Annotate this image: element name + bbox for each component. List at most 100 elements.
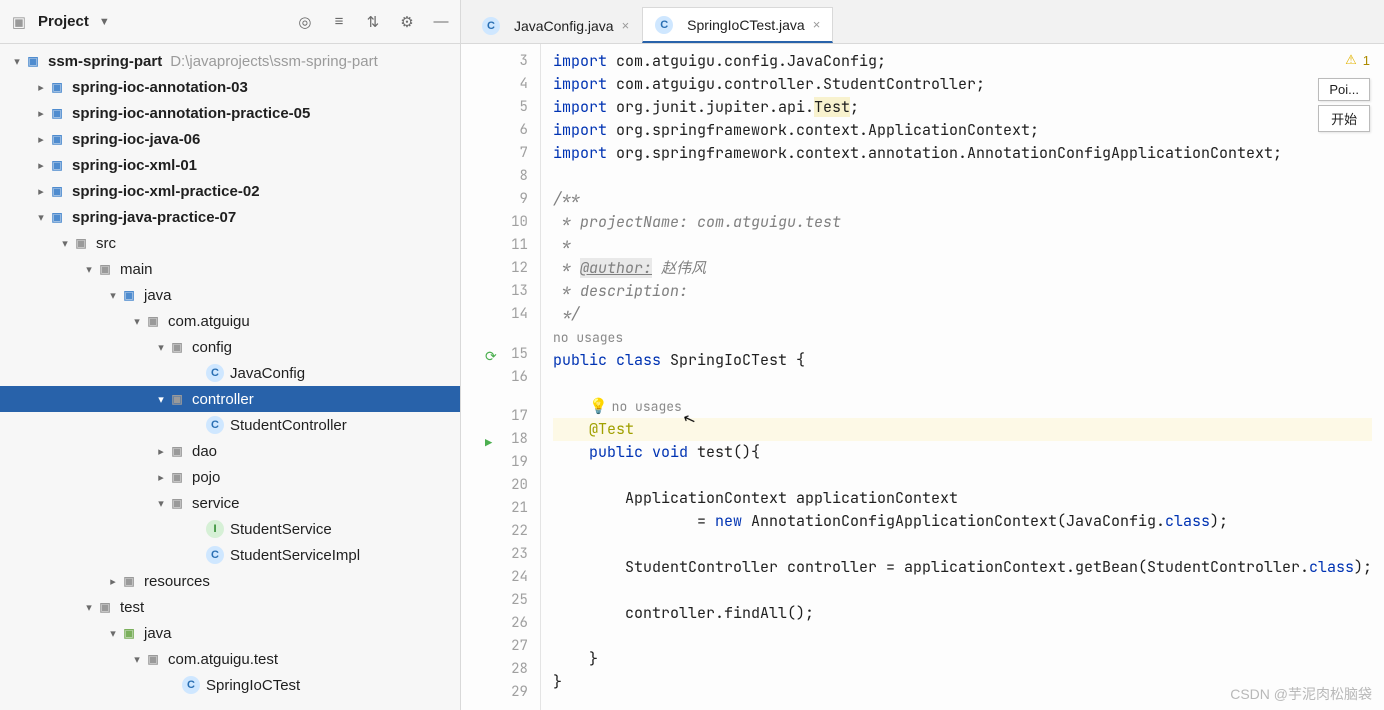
code-area[interactable]: 3456789101112131415161718192021222324252… [461, 44, 1384, 710]
chevron-down-icon[interactable]: ▼ [99, 16, 110, 28]
gear-icon[interactable]: ⚙ [398, 13, 416, 31]
package-icon: ▣ [168, 494, 186, 512]
warning-icon: ⚠ [1345, 52, 1357, 68]
tree-folder-service[interactable]: ▾▣ service [0, 490, 460, 516]
close-icon[interactable]: × [813, 17, 821, 32]
chevron-down-icon[interactable]: ▾ [154, 341, 168, 354]
folder-icon: ▣ [96, 598, 114, 616]
module-icon: ▣ [48, 182, 66, 200]
tab-label: SpringIoCTest.java [687, 17, 805, 33]
chevron-right-icon[interactable]: ▸ [34, 81, 48, 94]
module-label: spring-java-practice-07 [72, 209, 236, 226]
package-icon: ▣ [144, 650, 162, 668]
popup-line2[interactable]: 开始 [1318, 105, 1370, 132]
project-tool-window: ▣ Project ▼ ◎ ≡ ⇅ ⚙ — ▾ ▣ ssm-spring-par… [0, 0, 461, 710]
chevron-down-icon[interactable]: ▾ [10, 55, 24, 68]
project-tree[interactable]: ▾ ▣ ssm-spring-part D:\javaprojects\ssm-… [0, 44, 460, 710]
class-label: StudentServiceImpl [230, 547, 360, 564]
editor-tabs: C JavaConfig.java × C SpringIoCTest.java… [461, 0, 1384, 44]
tree-folder-pojo[interactable]: ▸▣pojo [0, 464, 460, 490]
project-title[interactable]: Project [38, 13, 89, 30]
tree-test-package[interactable]: ▾▣ com.atguigu.test [0, 646, 460, 672]
tab-springioctest[interactable]: C SpringIoCTest.java × [642, 7, 833, 43]
chevron-down-icon[interactable]: ▾ [82, 601, 96, 614]
tree-test-java[interactable]: ▾▣java [0, 620, 460, 646]
tree-folder-config[interactable]: ▾▣config [0, 334, 460, 360]
chevron-down-icon[interactable]: ▾ [82, 263, 96, 276]
folder-label: service [192, 495, 240, 512]
project-folder-icon: ▣ [10, 13, 28, 31]
close-icon[interactable]: × [622, 18, 630, 33]
tree-module[interactable]: ▸▣spring-ioc-annotation-practice-05 [0, 100, 460, 126]
chevron-down-icon[interactable]: ▾ [130, 315, 144, 328]
code[interactable]: import com.atguigu.config.JavaConfig;imp… [541, 44, 1384, 710]
tree-class-javaconfig[interactable]: CJavaConfig [0, 360, 460, 386]
module-label: spring-ioc-xml-practice-02 [72, 183, 260, 200]
warning-count: 1 [1363, 53, 1370, 68]
package-icon: ▣ [144, 312, 162, 330]
class-label: StudentService [230, 521, 332, 538]
chevron-right-icon[interactable]: ▸ [34, 107, 48, 120]
chevron-down-icon[interactable]: ▾ [154, 393, 168, 406]
chevron-down-icon[interactable]: ▾ [34, 211, 48, 224]
interface-icon: I [206, 520, 224, 538]
chevron-down-icon[interactable]: ▾ [58, 237, 72, 250]
chevron-right-icon[interactable]: ▸ [34, 185, 48, 198]
chevron-down-icon[interactable]: ▾ [154, 497, 168, 510]
popup-line1[interactable]: Poi... [1318, 78, 1370, 101]
chevron-down-icon[interactable]: ▾ [130, 653, 144, 666]
module-label: spring-ioc-annotation-03 [72, 79, 248, 96]
expand-icon[interactable]: ≡ [330, 13, 348, 31]
gutter[interactable]: 3456789101112131415161718192021222324252… [461, 44, 541, 710]
chevron-right-icon[interactable]: ▸ [154, 445, 168, 458]
sources-root-icon: ▣ [120, 286, 138, 304]
main-label: main [120, 261, 153, 278]
collapse-icon[interactable]: ⇅ [364, 13, 382, 31]
chevron-down-icon[interactable]: ▾ [106, 627, 120, 640]
module-icon: ▣ [48, 156, 66, 174]
java-label: java [144, 287, 172, 304]
tree-module-expanded[interactable]: ▾▣spring-java-practice-07 [0, 204, 460, 230]
tree-package[interactable]: ▾▣ com.atguigu [0, 308, 460, 334]
class-icon: C [206, 546, 224, 564]
package-icon: ▣ [168, 338, 186, 356]
tree-java-source[interactable]: ▾▣ java [0, 282, 460, 308]
tree-module[interactable]: ▸▣ spring-ioc-xml-practice-02 [0, 178, 460, 204]
tab-label: JavaConfig.java [514, 18, 614, 34]
tree-class-studentcontroller[interactable]: CStudentController [0, 412, 460, 438]
module-label: spring-ioc-java-06 [72, 131, 200, 148]
project-header: ▣ Project ▼ ◎ ≡ ⇅ ⚙ — [0, 0, 460, 44]
floating-popup: Poi... 开始 [1318, 78, 1370, 132]
pkg-label: com.atguigu [168, 313, 250, 330]
problems-indicator[interactable]: ⚠ 1 [1345, 52, 1370, 68]
editor-pane: C JavaConfig.java × C SpringIoCTest.java… [461, 0, 1384, 710]
tree-folder-dao[interactable]: ▸▣dao [0, 438, 460, 464]
module-label: spring-ioc-xml-01 [72, 157, 197, 174]
module-label: spring-ioc-annotation-practice-05 [72, 105, 310, 122]
class-icon: C [206, 416, 224, 434]
tree-test[interactable]: ▾▣test [0, 594, 460, 620]
tree-class-studentserviceimpl[interactable]: C StudentServiceImpl [0, 542, 460, 568]
tree-class-springioctest[interactable]: CSpringIoCTest [0, 672, 460, 698]
tree-resources[interactable]: ▸▣resources [0, 568, 460, 594]
folder-label: controller [192, 391, 254, 408]
chevron-right-icon[interactable]: ▸ [106, 575, 120, 588]
class-label: JavaConfig [230, 365, 305, 382]
chevron-down-icon[interactable]: ▾ [106, 289, 120, 302]
tab-javaconfig[interactable]: C JavaConfig.java × [469, 7, 642, 43]
tree-interface-studentservice[interactable]: I StudentService [0, 516, 460, 542]
tree-module[interactable]: ▸▣spring-ioc-annotation-03 [0, 74, 460, 100]
tree-src[interactable]: ▾▣src [0, 230, 460, 256]
tree-module[interactable]: ▸▣ spring-ioc-xml-01 [0, 152, 460, 178]
tree-module[interactable]: ▸▣spring-ioc-java-06 [0, 126, 460, 152]
tree-root[interactable]: ▾ ▣ ssm-spring-part D:\javaprojects\ssm-… [0, 48, 460, 74]
module-icon: ▣ [24, 52, 42, 70]
pkg-label: com.atguigu.test [168, 651, 278, 668]
tree-main[interactable]: ▾▣main [0, 256, 460, 282]
tree-folder-controller[interactable]: ▾▣controller [0, 386, 460, 412]
minimize-icon[interactable]: — [432, 13, 450, 31]
chevron-right-icon[interactable]: ▸ [34, 159, 48, 172]
chevron-right-icon[interactable]: ▸ [34, 133, 48, 146]
chevron-right-icon[interactable]: ▸ [154, 471, 168, 484]
target-icon[interactable]: ◎ [296, 13, 314, 31]
